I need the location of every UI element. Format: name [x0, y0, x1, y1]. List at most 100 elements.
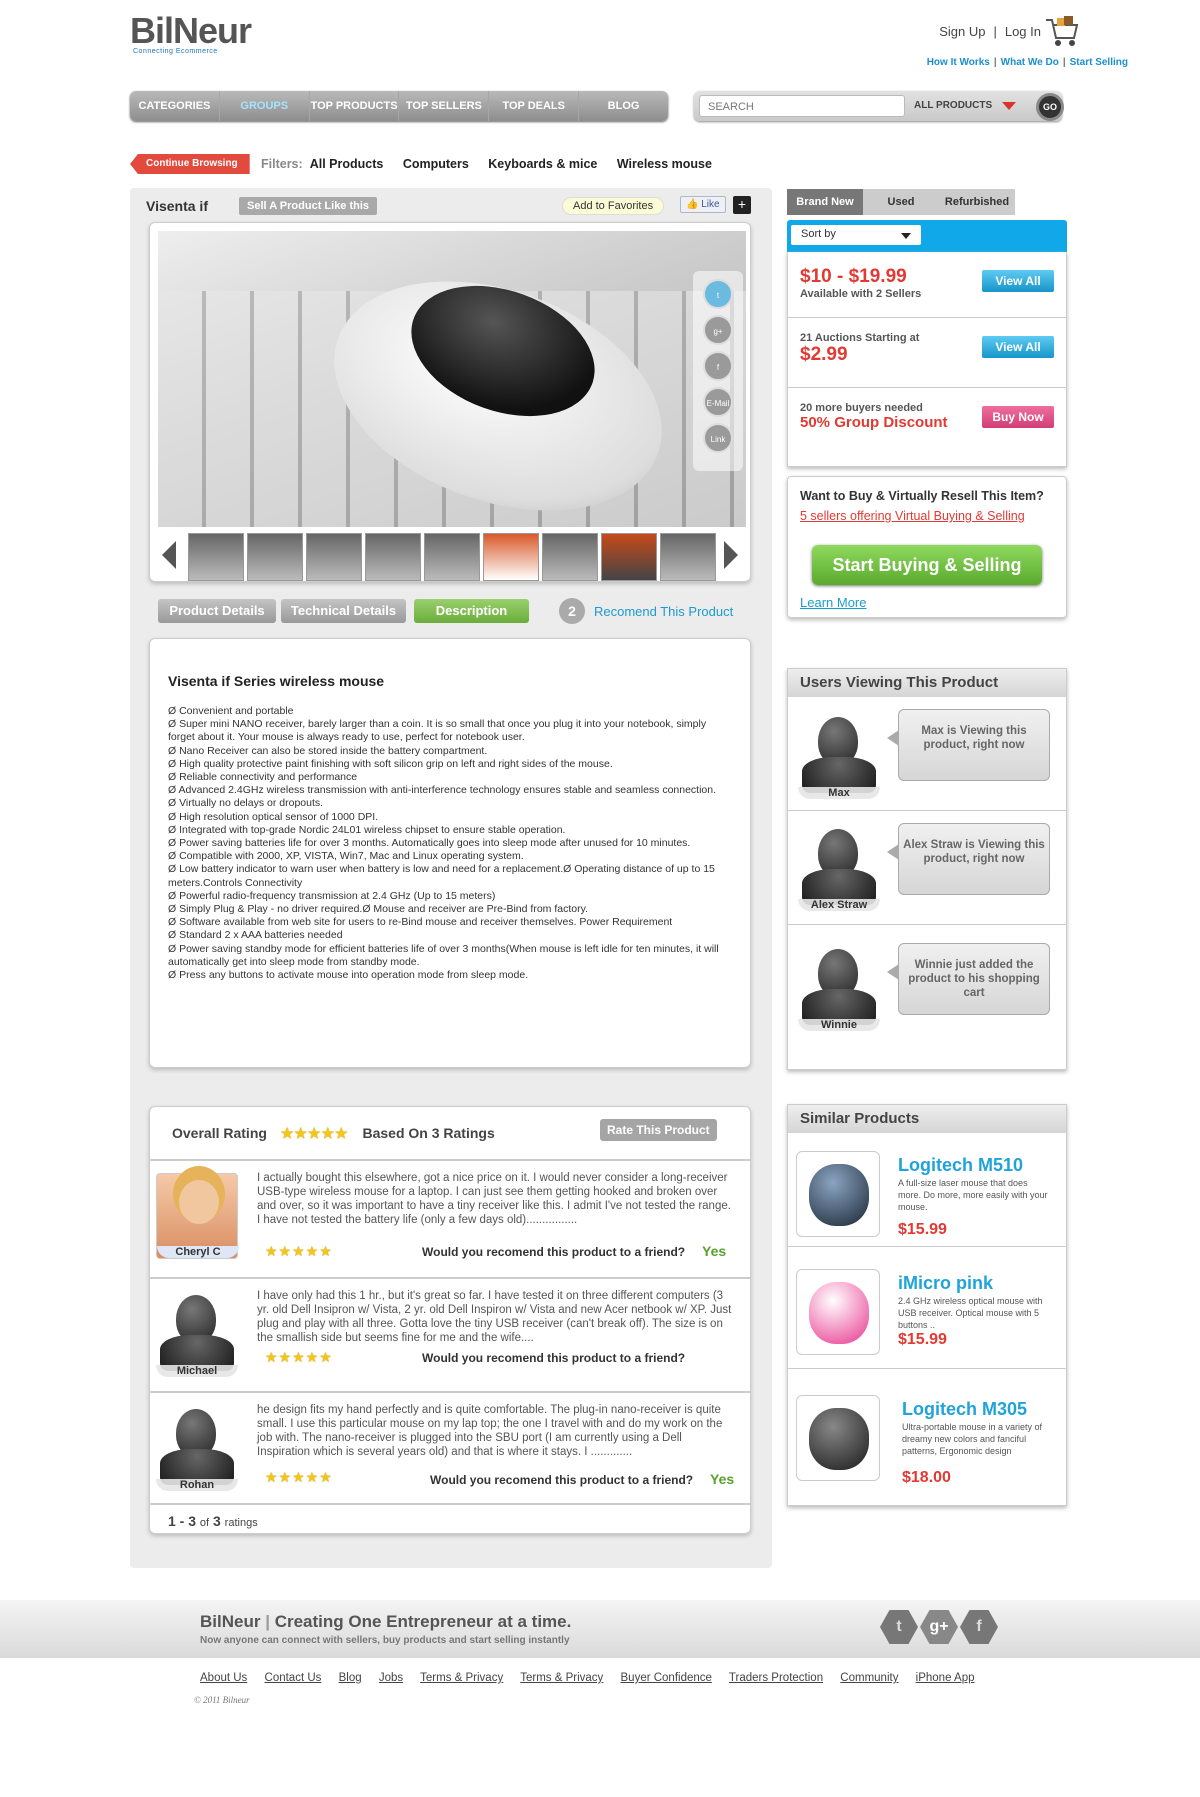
footer-link-iphone-app[interactable]: iPhone App [916, 1672, 975, 1684]
viewers-panel: Users Viewing This Product Max Max is Vi… [787, 668, 1067, 1070]
start-selling-link[interactable]: Start Selling [1070, 57, 1128, 68]
google-plus-icon[interactable]: g+ [703, 315, 733, 345]
description-title: Visenta if Series wireless mouse [168, 673, 385, 689]
tab-brand-new[interactable]: Brand New [787, 189, 863, 215]
similar-item[interactable]: iMicro pink 2.4 GHz wireless optical mou… [788, 1265, 1066, 1369]
email-share-button[interactable]: E-Mail [703, 387, 733, 417]
similar-desc: Ultra-portable mouse in a variety of dre… [902, 1422, 1043, 1456]
prev-arrow-icon[interactable] [162, 541, 176, 569]
tab-used[interactable]: Used [863, 189, 939, 215]
thumbnail[interactable] [247, 533, 303, 581]
nav-top-products[interactable]: TOP PRODUCTS [310, 91, 400, 121]
nav-blog[interactable]: BLOG [579, 91, 668, 121]
mouse-image [809, 1408, 869, 1470]
footer-link-terms-2[interactable]: Terms & Privacy [520, 1672, 603, 1684]
how-it-works-link[interactable]: How It Works [927, 57, 990, 68]
nav-categories[interactable]: CATEGORIES [130, 91, 220, 121]
product-gallery: t g+ f E-Mail Link [149, 222, 751, 582]
logo[interactable]: BilNeur Connecting Ecommerce [130, 13, 252, 60]
tab-refurbished[interactable]: Refurbished [939, 189, 1015, 215]
footer-subtitle: Now anyone can connect with sellers, buy… [200, 1635, 570, 1646]
tab-description[interactable]: Description [414, 599, 529, 623]
thumbnail[interactable] [424, 533, 480, 581]
filter-wireless-mouse[interactable]: Wireless mouse [617, 157, 712, 171]
what-we-do-link[interactable]: What We Do [1001, 57, 1059, 68]
footer-link-blog[interactable]: Blog [339, 1672, 362, 1684]
footer-link-contact[interactable]: Contact Us [265, 1672, 322, 1684]
link-share-button[interactable]: Link [703, 423, 733, 453]
similar-image[interactable] [796, 1395, 880, 1481]
tab-technical-details[interactable]: Technical Details [281, 599, 406, 623]
avatar: Max [798, 713, 880, 799]
filter-computers[interactable]: Computers [403, 157, 469, 171]
filter-keyboards-mice[interactable]: Keyboards & mice [488, 157, 597, 171]
resell-sellers-link[interactable]: 5 sellers offering Virtual Buying & Sell… [800, 509, 1025, 523]
viewer-message: Alex Straw is Viewing this product, righ… [887, 823, 1050, 895]
like-label: Like [701, 199, 720, 210]
nav-groups[interactable]: GROUPS [220, 91, 310, 121]
thumbnail[interactable] [483, 533, 539, 581]
login-link[interactable]: Log In [1005, 24, 1041, 39]
add-favorites-button[interactable]: Add to Favorites [562, 197, 665, 215]
nav-top-sellers[interactable]: TOP SELLERS [399, 91, 490, 121]
filter-all-products[interactable]: All Products [310, 157, 384, 171]
search-input[interactable]: SEARCH [699, 95, 905, 117]
thumbnail[interactable] [306, 533, 362, 581]
similar-name[interactable]: Logitech M510 [898, 1155, 1023, 1176]
thumbnail[interactable] [660, 533, 716, 581]
thumbnail[interactable] [365, 533, 421, 581]
footer-link-jobs[interactable]: Jobs [379, 1672, 403, 1684]
footer-link-traders-protection[interactable]: Traders Protection [729, 1672, 823, 1684]
footer-link-about[interactable]: About Us [200, 1672, 247, 1684]
plus-button[interactable]: + [733, 196, 751, 214]
footer-link-community[interactable]: Community [840, 1672, 898, 1684]
facebook-icon[interactable]: f [703, 351, 733, 381]
similar-image[interactable] [796, 1151, 880, 1237]
viewer-item: Alex Straw Alex Straw is Viewing this pr… [788, 813, 1066, 925]
rate-product-button[interactable]: Rate This Product [600, 1119, 717, 1141]
pagination: 1 - 3 of 3 ratings [150, 1503, 750, 1537]
based-on-label: Based On 3 Ratings [362, 1125, 495, 1141]
sort-select[interactable]: Sort by [791, 225, 921, 245]
similar-item[interactable]: Logitech M305 Ultra-portable mouse in a … [788, 1391, 1066, 1495]
similar-item[interactable]: Logitech M510 A full-size laser mouse th… [788, 1147, 1066, 1247]
recommend-answer: Yes [710, 1471, 735, 1487]
view-all-button[interactable]: View All [982, 336, 1054, 358]
view-all-button[interactable]: View All [982, 270, 1054, 292]
footer-link-terms[interactable]: Terms & Privacy [420, 1672, 503, 1684]
viewer-name: Alex Straw [798, 899, 880, 911]
google-plus-icon[interactable]: g+ [920, 1610, 958, 1644]
account-links: Sign Up | Log In [935, 24, 1045, 39]
twitter-icon[interactable]: t [703, 279, 733, 309]
recommend-link[interactable]: Recomend This Product [594, 604, 733, 619]
viewer-message: Winnie just added the product to his sho… [887, 943, 1050, 1015]
similar-image[interactable] [796, 1269, 880, 1355]
similar-name[interactable]: Logitech M305 [902, 1399, 1027, 1420]
start-buying-selling-button[interactable]: Start Buying & Selling [812, 545, 1042, 585]
thumbnail[interactable] [601, 533, 657, 581]
facebook-icon[interactable]: f [960, 1610, 998, 1644]
learn-more-link[interactable]: Learn More [800, 595, 866, 610]
signup-link[interactable]: Sign Up [939, 24, 985, 39]
like-button[interactable]: 👍 Like [680, 196, 726, 213]
tab-product-details[interactable]: Product Details [158, 599, 276, 623]
cart-icon[interactable] [1044, 14, 1080, 48]
continue-browsing-button[interactable]: Continue Browsing [130, 154, 250, 174]
next-arrow-icon[interactable] [724, 541, 738, 569]
twitter-icon[interactable]: t [880, 1610, 918, 1644]
footer-banner: BilNeur | Creating One Entrepreneur at a… [0, 1600, 1200, 1658]
go-button[interactable]: GO [1036, 93, 1064, 121]
similar-title: Similar Products [788, 1105, 1066, 1133]
nav-top-deals[interactable]: TOP DEALS [489, 91, 580, 121]
thumbnail[interactable] [542, 533, 598, 581]
similar-name[interactable]: iMicro pink [898, 1273, 993, 1294]
sell-like-button[interactable]: Sell A Product Like this [239, 197, 378, 215]
search-scope-select[interactable]: ALL PRODUCTS [914, 100, 992, 111]
chevron-down-icon[interactable] [1002, 102, 1016, 110]
footer-link-buyer-confidence[interactable]: Buyer Confidence [621, 1672, 712, 1684]
thumbnail[interactable] [188, 533, 244, 581]
similar-desc: 2.4 GHz wireless optical mouse with USB … [898, 1296, 1043, 1330]
review-text: I have only had this 1 hr., but it's gre… [257, 1290, 732, 1344]
review-item: Michael I have only had this 1 hr., but … [150, 1277, 750, 1387]
buy-now-button[interactable]: Buy Now [982, 406, 1054, 428]
